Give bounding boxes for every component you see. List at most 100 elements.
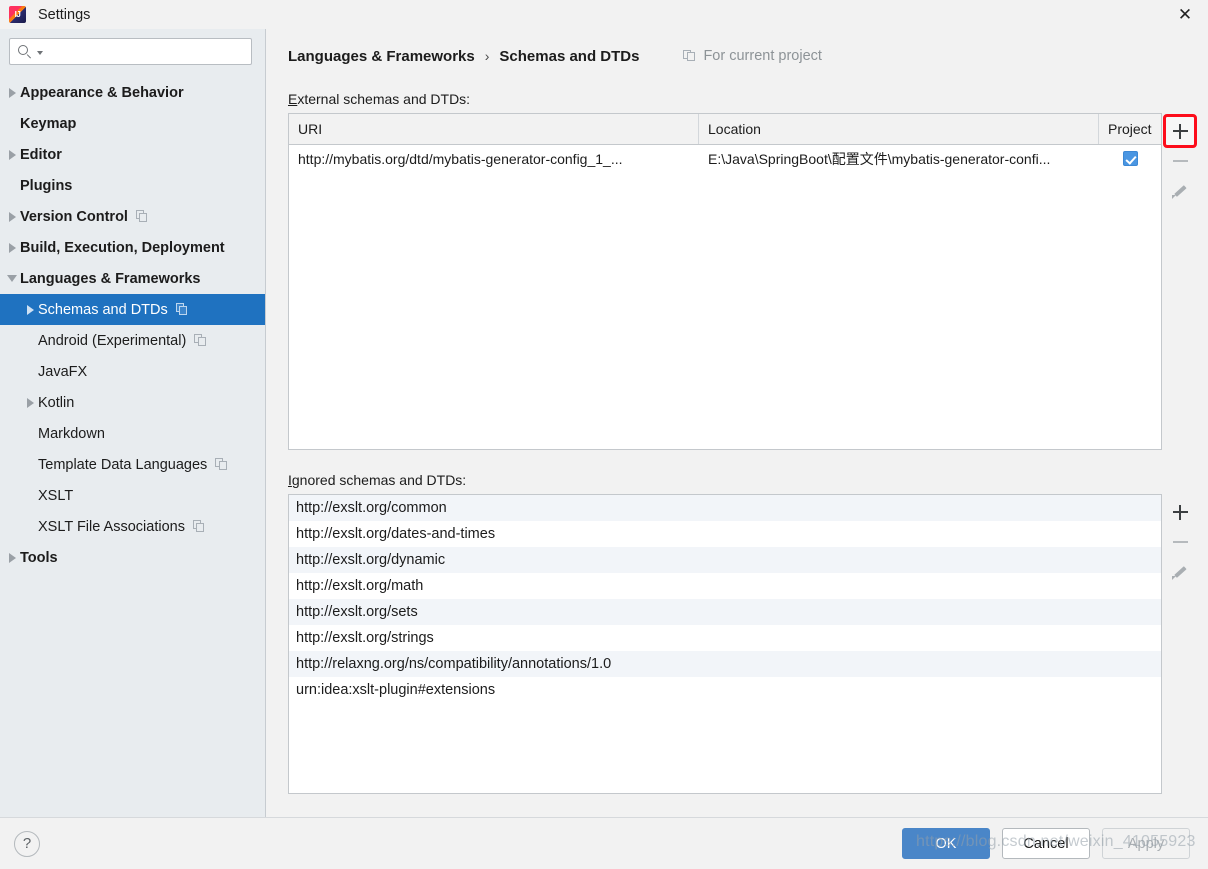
list-item[interactable]: http://exslt.org/strings xyxy=(289,625,1161,651)
sidebar-item-xslt-file-associations[interactable]: XSLT File Associations xyxy=(0,511,265,542)
minus-icon xyxy=(1173,160,1188,162)
sidebar-item-xslt[interactable]: XSLT xyxy=(0,480,265,511)
sidebar-item-kotlin[interactable]: Kotlin xyxy=(0,387,265,418)
sidebar-item-tools[interactable]: Tools xyxy=(0,542,265,573)
ok-button[interactable]: OK xyxy=(902,828,990,859)
sidebar-item-languages-frameworks[interactable]: Languages & Frameworks xyxy=(0,263,265,294)
chevron-right-icon[interactable] xyxy=(9,553,16,563)
column-header-uri[interactable]: URI xyxy=(289,114,699,144)
window-title: Settings xyxy=(38,7,90,23)
breadcrumb-separator: › xyxy=(485,48,490,64)
chevron-right-icon[interactable] xyxy=(9,243,16,253)
external-label-rest: xternal schemas and DTDs: xyxy=(297,91,470,107)
search-icon xyxy=(18,44,33,59)
dialog-footer: ? OK Cancel Apply xyxy=(0,817,1208,869)
sidebar-item-label: Tools xyxy=(20,550,58,566)
list-item[interactable]: http://exslt.org/common xyxy=(289,495,1161,521)
list-item[interactable]: http://exslt.org/dates-and-times xyxy=(289,521,1161,547)
sidebar-item-label: XSLT File Associations xyxy=(38,519,185,535)
sidebar-item-markdown[interactable]: Markdown xyxy=(0,418,265,449)
minus-icon xyxy=(1173,541,1188,543)
chevron-right-icon[interactable] xyxy=(27,305,34,315)
cancel-button[interactable]: Cancel xyxy=(1002,828,1090,859)
project-scope-icon xyxy=(683,50,696,63)
table-body: http://mybatis.org/dtd/mybatis-generator… xyxy=(289,145,1161,449)
add-button[interactable] xyxy=(1165,497,1195,527)
cell-project xyxy=(1099,145,1161,172)
table-header: URI Location Project xyxy=(289,114,1161,145)
list-item[interactable]: http://exslt.org/sets xyxy=(289,599,1161,625)
sidebar-item-appearance-behavior[interactable]: Appearance & Behavior xyxy=(0,77,265,108)
sidebar-item-plugins[interactable]: Plugins xyxy=(0,170,265,201)
sidebar-item-label: Editor xyxy=(20,147,62,163)
list-item[interactable]: http://exslt.org/dynamic xyxy=(289,547,1161,573)
remove-button xyxy=(1165,146,1195,176)
dialog-body: Appearance & Behavior Keymap Editor Plugins… xyxy=(0,29,1208,817)
cell-uri: http://mybatis.org/dtd/mybatis-generator… xyxy=(289,145,699,172)
list-item[interactable]: urn:idea:xslt-plugin#extensions xyxy=(289,677,1161,703)
sidebar-item-label: Keymap xyxy=(20,116,76,132)
project-scope-icon xyxy=(136,210,149,223)
settings-sidebar: Appearance & Behavior Keymap Editor Plugins… xyxy=(0,29,266,817)
project-checkbox[interactable] xyxy=(1123,151,1138,166)
ignored-schemas-toolbar xyxy=(1162,494,1198,794)
plus-icon xyxy=(1173,124,1188,139)
pencil-icon xyxy=(1172,564,1188,580)
pencil-icon xyxy=(1172,183,1188,199)
ignored-schemas-area: http://exslt.org/commonhttp://exslt.org/… xyxy=(288,494,1198,794)
chevron-down-icon[interactable] xyxy=(7,275,17,282)
external-label-mnemonic: E xyxy=(288,91,297,107)
settings-main-panel: Languages & Frameworks › Schemas and DTD… xyxy=(266,29,1208,817)
list-item[interactable]: http://relaxng.org/ns/compatibility/anno… xyxy=(289,651,1161,677)
chevron-right-icon[interactable] xyxy=(9,88,16,98)
sidebar-item-label: Build, Execution, Deployment xyxy=(20,240,225,256)
list-item[interactable]: http://exslt.org/math xyxy=(289,573,1161,599)
breadcrumb-current: Schemas and DTDs xyxy=(499,48,639,65)
ignored-schemas-list: http://exslt.org/commonhttp://exslt.org/… xyxy=(288,494,1162,794)
sidebar-item-label: Languages & Frameworks xyxy=(20,271,201,287)
plus-icon xyxy=(1173,505,1188,520)
sidebar-item-build-execution-deployment[interactable]: Build, Execution, Deployment xyxy=(0,232,265,263)
sidebar-item-keymap[interactable]: Keymap xyxy=(0,108,265,139)
breadcrumb: Languages & Frameworks › Schemas and DTD… xyxy=(288,43,1198,69)
intellij-idea-icon xyxy=(9,6,26,23)
settings-dialog: Settings ✕ Appearance & Behavior Keymap Ed… xyxy=(0,0,1208,869)
column-header-location[interactable]: Location xyxy=(699,114,1099,144)
sidebar-item-schemas-and-dtds[interactable]: Schemas and DTDs xyxy=(0,294,265,325)
ignored-schemas-label: Ignored schemas and DTDs: xyxy=(288,472,1198,488)
sidebar-item-android-experimental[interactable]: Android (Experimental) xyxy=(0,325,265,356)
chevron-right-icon[interactable] xyxy=(9,150,16,160)
external-schemas-toolbar xyxy=(1162,113,1198,450)
table-row[interactable]: http://mybatis.org/dtd/mybatis-generator… xyxy=(289,145,1161,172)
sidebar-item-javafx[interactable]: JavaFX xyxy=(0,356,265,387)
sidebar-item-label: Plugins xyxy=(20,178,72,194)
sidebar-item-label: Android (Experimental) xyxy=(38,333,186,349)
project-scope-icon xyxy=(193,520,206,533)
project-scope-icon xyxy=(176,303,189,316)
sidebar-item-label: XSLT xyxy=(38,488,73,504)
add-button[interactable] xyxy=(1165,116,1195,146)
column-header-project[interactable]: Project xyxy=(1099,114,1161,144)
edit-button xyxy=(1165,557,1195,587)
title-bar: Settings ✕ xyxy=(0,0,1208,29)
remove-button xyxy=(1165,527,1195,557)
sidebar-item-label: Schemas and DTDs xyxy=(38,302,168,318)
chevron-right-icon[interactable] xyxy=(9,212,16,222)
cell-location: E:\Java\SpringBoot\配置文件\mybatis-generato… xyxy=(699,145,1099,172)
project-scope-label: For current project xyxy=(703,48,821,64)
chevron-right-icon[interactable] xyxy=(27,398,34,408)
search-box[interactable] xyxy=(9,38,252,65)
search-area xyxy=(0,29,265,75)
breadcrumb-parent[interactable]: Languages & Frameworks xyxy=(288,48,475,65)
sidebar-item-label: Markdown xyxy=(38,426,105,442)
help-button[interactable]: ? xyxy=(14,831,40,857)
sidebar-item-label: JavaFX xyxy=(38,364,87,380)
sidebar-item-template-data-languages[interactable]: Template Data Languages xyxy=(0,449,265,480)
close-icon[interactable]: ✕ xyxy=(1162,0,1208,29)
project-scope-icon xyxy=(194,334,207,347)
apply-button: Apply xyxy=(1102,828,1190,859)
search-input[interactable] xyxy=(43,39,251,64)
sidebar-item-editor[interactable]: Editor xyxy=(0,139,265,170)
settings-tree: Appearance & Behavior Keymap Editor Plugins… xyxy=(0,75,265,817)
sidebar-item-version-control[interactable]: Version Control xyxy=(0,201,265,232)
